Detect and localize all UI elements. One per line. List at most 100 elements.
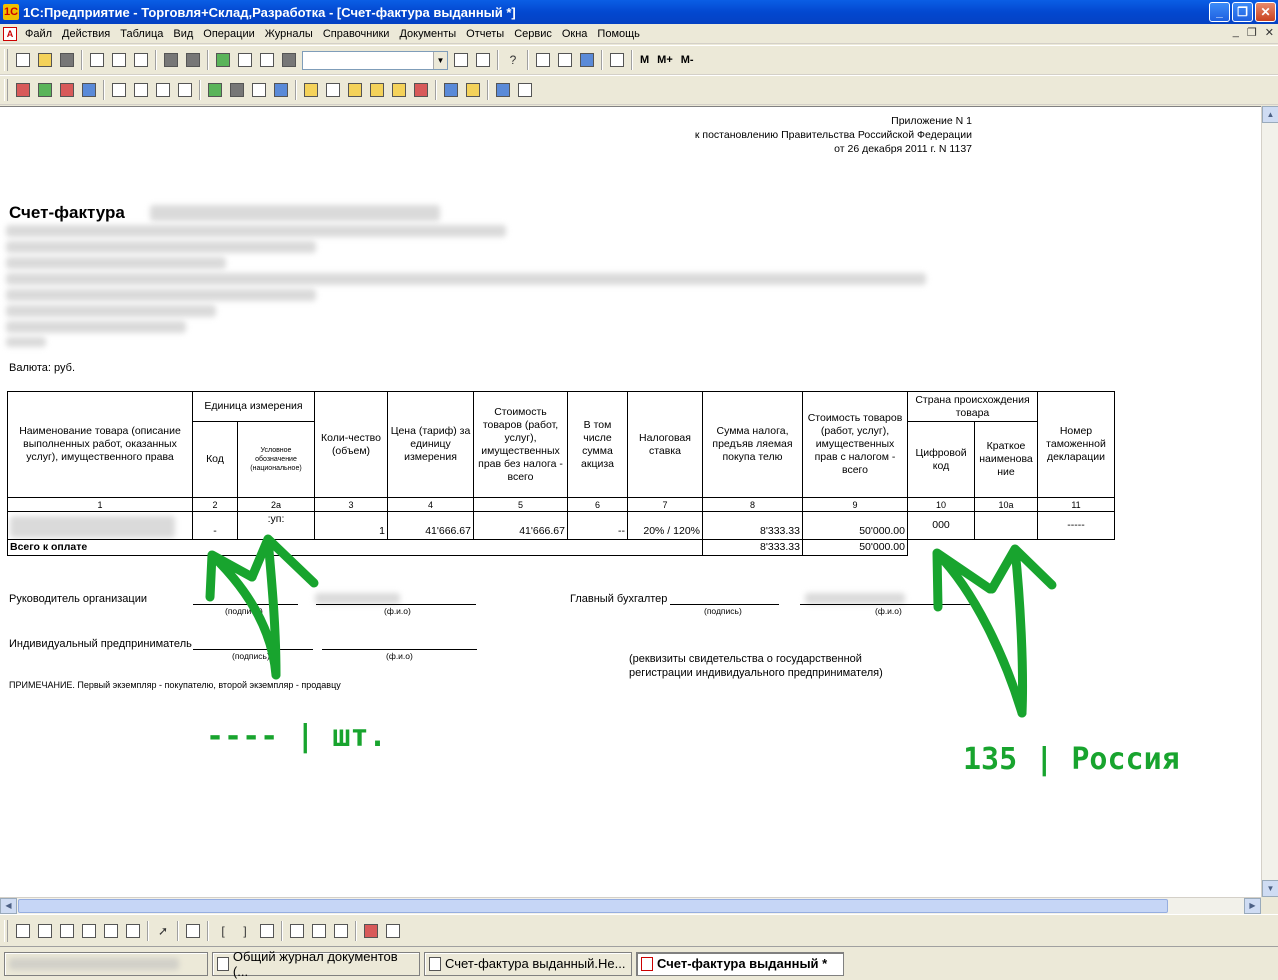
- find-next-icon[interactable]: [451, 50, 471, 70]
- grid-icon[interactable]: [183, 921, 203, 941]
- cash-order-icon[interactable]: [175, 80, 195, 100]
- mdi-minimize-button[interactable]: _: [1233, 26, 1239, 39]
- pointer-icon[interactable]: ➚: [153, 921, 173, 941]
- menu-view[interactable]: Вид: [169, 28, 199, 40]
- new-document-icon[interactable]: [13, 50, 33, 70]
- chevron-down-icon[interactable]: ▼: [433, 51, 447, 69]
- copy-icon[interactable]: [109, 50, 129, 70]
- minimize-button[interactable]: _: [1209, 2, 1230, 22]
- menu-table[interactable]: Таблица: [116, 28, 169, 40]
- columns-icon[interactable]: [309, 921, 329, 941]
- menu-file[interactable]: Файл: [21, 28, 58, 40]
- register-icon[interactable]: [367, 80, 387, 100]
- archive-icon[interactable]: [411, 80, 431, 100]
- toolbar-separator: [199, 80, 201, 100]
- cash-register-icon[interactable]: [227, 80, 247, 100]
- menu-reports[interactable]: Отчеты: [462, 28, 510, 40]
- mdi-close-button[interactable]: ✕: [1265, 26, 1274, 39]
- ruler-icon[interactable]: [331, 921, 351, 941]
- globe-icon[interactable]: [441, 80, 461, 100]
- close-button[interactable]: ✕: [1255, 2, 1276, 22]
- delete-format-icon[interactable]: [361, 921, 381, 941]
- taskbar-item-invoice-active[interactable]: Счет-фактура выданный *: [636, 951, 844, 976]
- toolbar-grip[interactable]: [4, 919, 8, 942]
- menu-service[interactable]: Сервис: [510, 28, 558, 40]
- cut-icon[interactable]: [87, 50, 107, 70]
- find-prev-icon[interactable]: [473, 50, 493, 70]
- menu-help[interactable]: Помощь: [593, 28, 646, 40]
- calendar-icon[interactable]: [555, 50, 575, 70]
- books-icon[interactable]: [13, 80, 33, 100]
- mail-icon[interactable]: [515, 80, 535, 100]
- transfer-icon[interactable]: [79, 80, 99, 100]
- horizontal-scroll-thumb[interactable]: [18, 899, 1168, 913]
- chart-tool-icon[interactable]: [123, 921, 143, 941]
- taskbar-item-invoice-1[interactable]: Счет-фактура выданный.Не...: [424, 951, 632, 976]
- outgoing-icon[interactable]: [57, 80, 77, 100]
- print-icon[interactable]: [161, 50, 181, 70]
- mdi-restore-button[interactable]: ❐: [1247, 26, 1257, 39]
- invoice-document[interactable]: Приложение N 1 к постановлению Правитель…: [0, 106, 1278, 897]
- picture-tool-icon[interactable]: [79, 921, 99, 941]
- toolbar-grip[interactable]: [4, 49, 8, 71]
- book-icon[interactable]: [607, 50, 627, 70]
- ole-tool-icon[interactable]: [101, 921, 121, 941]
- find-icon[interactable]: [279, 50, 299, 70]
- edit-icon[interactable]: [577, 50, 597, 70]
- table-icon[interactable]: [287, 921, 307, 941]
- scroll-left-icon[interactable]: ◀: [0, 898, 17, 914]
- drawing-toolbar: ➚ [ ]: [0, 914, 1278, 946]
- annotation-right-text: 135 | Россия: [963, 742, 1180, 777]
- bracket-right-icon[interactable]: ]: [235, 921, 255, 941]
- paste-icon[interactable]: [131, 50, 151, 70]
- calculator-icon[interactable]: [533, 50, 553, 70]
- scroll-down-icon[interactable]: ▼: [1262, 880, 1278, 897]
- format-icon[interactable]: [383, 921, 403, 941]
- bracket-left-icon[interactable]: [: [213, 921, 233, 941]
- text-tool-icon[interactable]: [57, 921, 77, 941]
- window-taskbar: Общий журнал документов (... Счет-фактур…: [0, 946, 1278, 980]
- memory-minus-button[interactable]: M-: [681, 54, 694, 66]
- users-icon[interactable]: [271, 80, 291, 100]
- redo-icon[interactable]: [257, 50, 277, 70]
- line-tool-icon[interactable]: [13, 921, 33, 941]
- exchange-icon[interactable]: [463, 80, 483, 100]
- document-list-icon[interactable]: [249, 80, 269, 100]
- print-preview-icon[interactable]: [183, 50, 203, 70]
- properties-icon[interactable]: [213, 50, 233, 70]
- scroll-right-icon[interactable]: ▶: [1244, 898, 1261, 914]
- toolbar-grip[interactable]: [4, 79, 8, 101]
- waybill-icon[interactable]: [153, 80, 173, 100]
- help-icon[interactable]: ?: [503, 50, 523, 70]
- open-folder-icon[interactable]: [35, 50, 55, 70]
- menu-journals[interactable]: Журналы: [261, 28, 319, 40]
- warehouse-icon[interactable]: [205, 80, 225, 100]
- memory-button[interactable]: M: [640, 54, 649, 66]
- align-icon[interactable]: [257, 921, 277, 941]
- save-icon[interactable]: [57, 50, 77, 70]
- restore-button[interactable]: ❐: [1232, 2, 1253, 22]
- incoming-icon[interactable]: [35, 80, 55, 100]
- scroll-up-icon[interactable]: ▲: [1262, 106, 1278, 123]
- journal-icon[interactable]: [389, 80, 409, 100]
- menu-references[interactable]: Справочники: [319, 28, 396, 40]
- search-combo[interactable]: ▼: [302, 50, 448, 70]
- document-icon[interactable]: А: [3, 26, 17, 41]
- undo-icon[interactable]: [235, 50, 255, 70]
- report-icon[interactable]: [301, 80, 321, 100]
- ledger-icon[interactable]: [323, 80, 343, 100]
- chart-icon[interactable]: [345, 80, 365, 100]
- menu-windows[interactable]: Окна: [558, 28, 594, 40]
- rectangle-tool-icon[interactable]: [35, 921, 55, 941]
- goods-icon[interactable]: [109, 80, 129, 100]
- horizontal-scrollbar[interactable]: ◀ ▶: [0, 897, 1261, 914]
- menu-operations[interactable]: Операции: [199, 28, 260, 40]
- menu-documents[interactable]: Документы: [395, 28, 462, 40]
- menu-actions[interactable]: Действия: [58, 28, 116, 40]
- memory-plus-button[interactable]: M+: [657, 54, 673, 66]
- picture-icon[interactable]: [493, 80, 513, 100]
- taskbar-item-journal[interactable]: Общий журнал документов (...: [212, 949, 420, 979]
- invoice-icon[interactable]: [131, 80, 151, 100]
- vertical-scrollbar[interactable]: ▲ ▼: [1261, 106, 1278, 897]
- taskbar-item-minimized[interactable]: [4, 951, 208, 976]
